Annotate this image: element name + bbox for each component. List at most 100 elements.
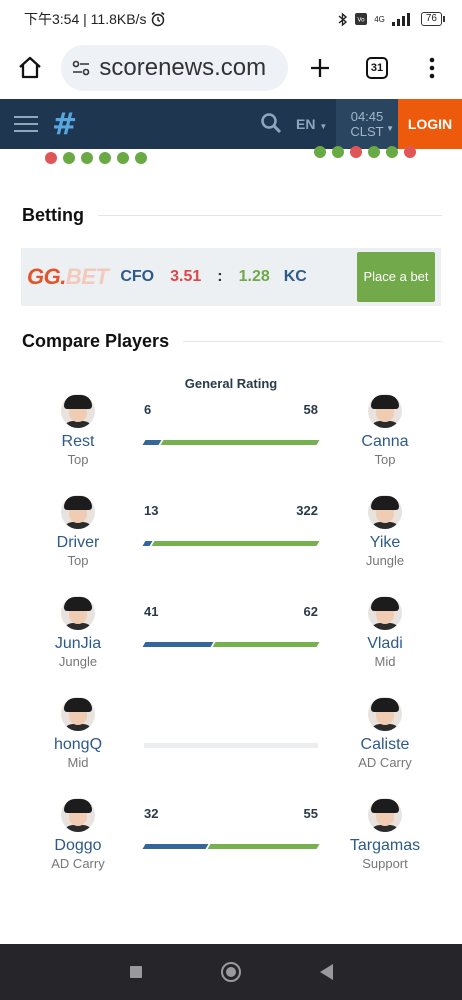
battery-level: 76	[425, 13, 437, 24]
player-name[interactable]: Rest	[18, 433, 138, 451]
player-card-right[interactable]: Targamas Support	[325, 798, 445, 871]
home-button[interactable]	[10, 48, 49, 88]
player-avatar[interactable]	[368, 495, 402, 529]
player-card-left[interactable]: Doggo AD Carry	[18, 798, 138, 871]
new-tab-button[interactable]	[300, 48, 339, 88]
form-dot-green	[135, 152, 147, 164]
timezone-clock[interactable]: 04:45 CLST ▼	[336, 99, 398, 149]
player-name[interactable]: Caliste	[325, 736, 445, 754]
search-icon[interactable]	[260, 112, 284, 136]
status-time: 下午3:54 | 11.8KB/s	[24, 11, 147, 27]
player-avatar[interactable]	[368, 798, 402, 832]
divider	[98, 215, 442, 216]
login-button[interactable]: LOGIN	[398, 99, 462, 149]
rating-values: 32 55	[144, 806, 318, 822]
team-a-form	[45, 152, 147, 164]
form-dot-green	[386, 146, 398, 158]
clock-zone: CLST	[350, 124, 384, 139]
right-rating: 58	[303, 402, 318, 417]
player-role: AD Carry	[51, 856, 105, 871]
betting-title: Betting	[22, 205, 84, 225]
chevron-down-icon: ▼	[319, 122, 328, 131]
player-name[interactable]: Yike	[325, 534, 445, 552]
place-bet-button[interactable]: Place a bet	[357, 252, 435, 302]
left-rating: 41	[144, 604, 159, 619]
player-card-left[interactable]: JunJia Jungle	[18, 596, 138, 669]
alarm-icon	[151, 11, 165, 27]
recent-apps-icon[interactable]	[129, 966, 142, 978]
rating-values: 6 58	[144, 402, 318, 418]
player-card-right[interactable]: Canna Top	[325, 394, 445, 467]
form-dot-red	[350, 146, 362, 158]
form-dot-green	[368, 146, 380, 158]
form-dot-green	[314, 146, 326, 158]
rating-values: 41 62	[144, 604, 318, 620]
player-avatar[interactable]	[61, 798, 95, 832]
home-circle-icon[interactable]	[220, 962, 241, 982]
betting-widget: GG.BET CFO 3.51 : 1.28 KC Place a bet	[21, 248, 441, 306]
comparison-row: hongQ Mid Caliste AD Carry	[0, 697, 462, 787]
site-settings-icon[interactable]	[71, 58, 91, 78]
player-card-left[interactable]: hongQ Mid	[18, 697, 138, 770]
rating-bar	[142, 844, 320, 849]
team-b-form	[314, 146, 416, 158]
player-name[interactable]: Canna	[325, 433, 445, 451]
right-rating: 55	[303, 806, 318, 821]
compare-title: Compare Players	[22, 331, 170, 351]
bet-odd-a[interactable]: 3.51	[170, 268, 201, 286]
player-card-left[interactable]: Driver Top	[18, 495, 138, 568]
address-bar[interactable]: scorenews.com	[61, 45, 288, 91]
right-rating: 322	[296, 503, 318, 518]
site-header: # EN ▼ 04:45 CLST ▼ LOGIN	[0, 99, 462, 149]
form-dot-green	[117, 152, 129, 164]
rating-values	[144, 705, 318, 721]
url-text: scorenews.com	[99, 54, 267, 81]
left-rating: 13	[144, 503, 159, 518]
player-card-right[interactable]: Vladi Mid	[325, 596, 445, 669]
clock-time: 04:45	[350, 109, 384, 124]
player-card-left[interactable]: Rest Top	[18, 394, 138, 467]
player-avatar[interactable]	[61, 697, 95, 731]
player-avatar[interactable]	[368, 596, 402, 630]
browser-menu-button[interactable]	[413, 48, 452, 88]
player-role: Top	[67, 452, 89, 467]
rating-bar-right	[151, 541, 320, 546]
form-dot-green	[63, 152, 75, 164]
player-name[interactable]: Vladi	[325, 635, 445, 653]
system-nav-bar	[0, 944, 462, 1000]
player-avatar[interactable]	[61, 394, 95, 428]
bookmaker-logo[interactable]: GG.BET	[27, 264, 109, 290]
bookmaker-part2: BET	[65, 264, 109, 289]
status-bar: 下午3:54 | 11.8KB/s Vo 4G 76	[0, 0, 462, 38]
player-avatar[interactable]	[61, 495, 95, 529]
player-avatar[interactable]	[368, 697, 402, 731]
player-avatar[interactable]	[61, 596, 95, 630]
player-name[interactable]: Driver	[18, 534, 138, 552]
back-icon[interactable]	[319, 964, 333, 980]
chevron-down-icon: ▼	[386, 124, 394, 133]
rating-bar	[142, 440, 320, 445]
svg-text:Vo: Vo	[358, 17, 366, 24]
site-logo[interactable]: #	[52, 107, 77, 142]
rating-comparison: 6 58	[142, 402, 320, 445]
rating-comparison: 13 322	[142, 503, 320, 546]
player-name[interactable]: hongQ	[18, 736, 138, 754]
rating-comparison: 41 62	[142, 604, 320, 647]
player-name[interactable]: Targamas	[325, 837, 445, 855]
rating-comparison: 32 55	[142, 806, 320, 849]
language-selector[interactable]: EN ▼	[296, 116, 336, 132]
tab-count: 31	[365, 57, 388, 79]
tabs-button[interactable]: 31	[357, 48, 396, 88]
bet-odd-b[interactable]: 1.28	[239, 268, 270, 286]
player-avatar[interactable]	[368, 394, 402, 428]
bet-team-a: CFO	[120, 268, 155, 285]
rating-bar-right	[207, 844, 320, 849]
player-card-right[interactable]: Yike Jungle	[325, 495, 445, 568]
player-name[interactable]: JunJia	[18, 635, 138, 653]
player-name[interactable]: Doggo	[18, 837, 138, 855]
comparison-row: Doggo AD Carry Targamas Support 32 55	[0, 798, 462, 888]
player-role: AD Carry	[358, 755, 412, 770]
menu-icon[interactable]	[14, 111, 38, 137]
bluetooth-icon	[338, 11, 348, 27]
player-card-right[interactable]: Caliste AD Carry	[325, 697, 445, 770]
